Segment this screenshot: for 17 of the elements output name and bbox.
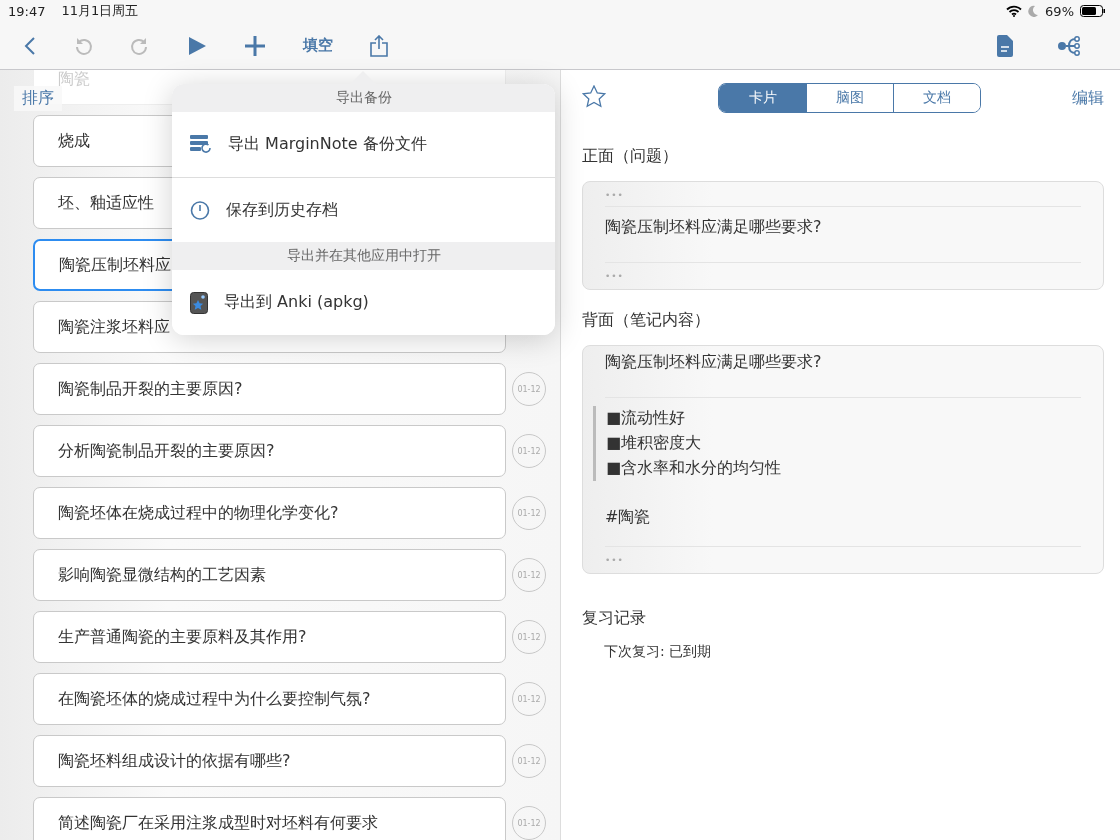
bullet-point-text: ■流动性好: [606, 408, 687, 429]
question-text: 陶瓷压制坯料应满足哪些要求?: [605, 217, 822, 238]
more-dots: •••: [605, 555, 624, 565]
more-dots: •••: [605, 190, 624, 200]
section-title: 背面（笔记内容）: [582, 310, 711, 331]
review-status-text: 下次复习: 已到期: [604, 643, 713, 661]
battery-percent: 69%: [1045, 3, 1074, 19]
more-dots: •••: [605, 271, 624, 281]
note-title-text: 陶瓷压制坯料应满足哪些要求?: [605, 352, 822, 373]
bullet-point-text: ■含水率和水分的均匀性: [606, 458, 782, 479]
bullet-point-text: ■堆积密度大: [606, 433, 703, 454]
hashtag-text: #陶瓷: [605, 507, 651, 528]
section-title: 复习记录: [582, 608, 647, 629]
menu-section-header: 导出并在其他应用中打开: [172, 242, 555, 270]
status-date: 11月1日周五: [61, 2, 139, 20]
section-title: 正面（问题）: [582, 146, 679, 167]
status-time: 19:47: [8, 3, 46, 19]
